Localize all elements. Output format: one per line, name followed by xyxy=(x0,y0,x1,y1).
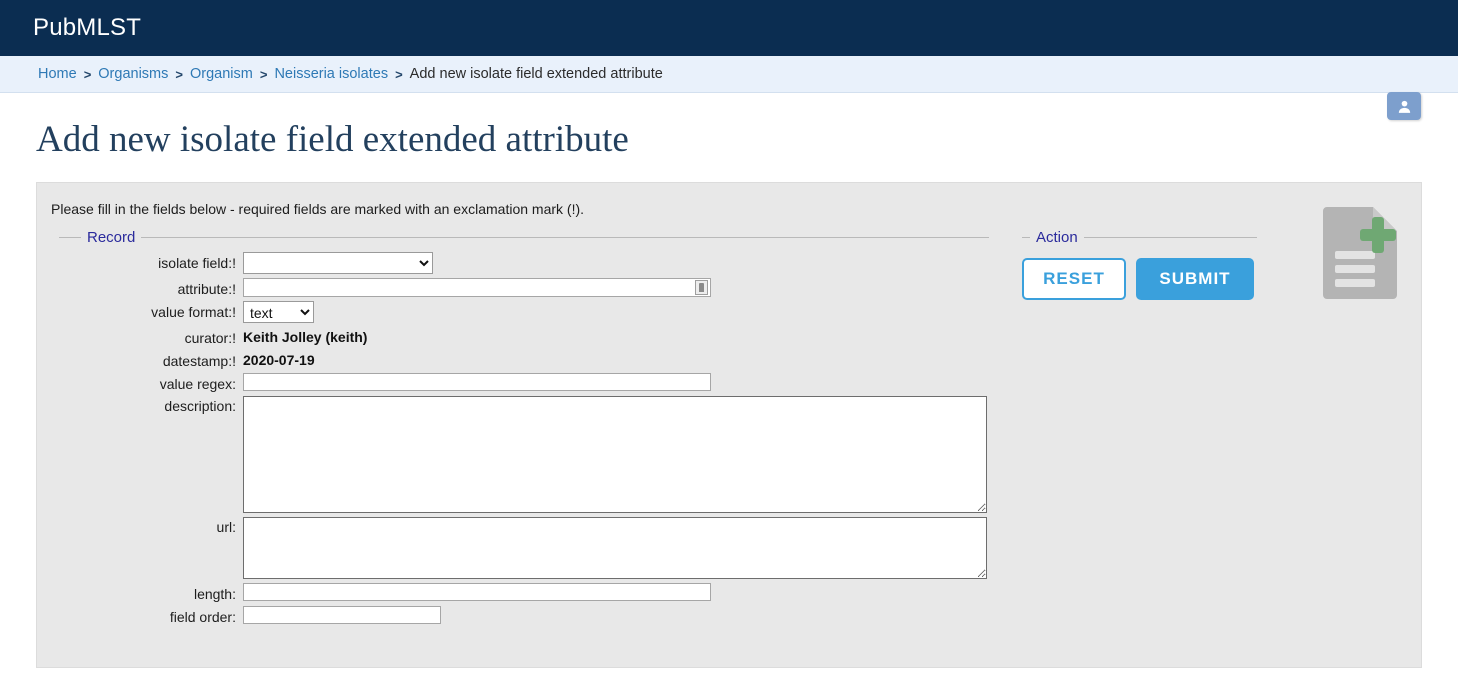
row-url: url: xyxy=(59,517,989,579)
breadcrumb-item-neisseria-isolates[interactable]: Neisseria isolates xyxy=(274,66,388,82)
label-value-regex: value regex: xyxy=(159,376,236,392)
label-value-format: value format:! xyxy=(151,304,236,320)
page-title: Add new isolate field extended attribute xyxy=(36,119,629,160)
description-textarea[interactable] xyxy=(243,396,987,513)
attribute-input-wrapper xyxy=(243,278,711,297)
field-order-input[interactable] xyxy=(243,606,441,624)
label-length: length: xyxy=(193,586,236,602)
user-avatar-icon xyxy=(1396,98,1413,115)
action-fieldset: Action RESET SUBMIT xyxy=(1022,229,1257,300)
row-field-order: field order: xyxy=(59,606,989,625)
user-avatar-button[interactable] xyxy=(1387,92,1421,120)
attribute-input[interactable] xyxy=(243,278,711,297)
record-legend: Record xyxy=(87,229,136,246)
row-length: length: xyxy=(59,583,989,602)
label-attribute: attribute:! xyxy=(177,281,236,297)
label-isolate-field: isolate field:! xyxy=(158,255,236,271)
breadcrumb-item-current: Add new isolate field extended attribute xyxy=(409,66,663,82)
value-regex-input[interactable] xyxy=(243,373,711,391)
length-input[interactable] xyxy=(243,583,711,601)
record-fieldset: Record isolate field:! attribute:! value… xyxy=(59,229,989,629)
breadcrumb-item-organisms[interactable]: Organisms xyxy=(98,66,168,82)
breadcrumb-separator: > xyxy=(175,66,183,82)
reset-button[interactable]: RESET xyxy=(1022,258,1126,300)
row-isolate-field: isolate field:! xyxy=(59,252,989,274)
breadcrumb-separator: > xyxy=(83,66,92,82)
document-add-icon xyxy=(1317,201,1403,301)
breadcrumb-item-organism[interactable]: Organism xyxy=(190,66,253,82)
breadcrumb: Home > Organisms > Organism > Neisseria … xyxy=(0,56,1458,93)
action-legend: Action xyxy=(1036,229,1078,246)
row-datestamp: datestamp:! 2020-07-19 xyxy=(59,350,989,369)
row-value-format: value format:! text xyxy=(59,301,989,323)
label-field-order: field order: xyxy=(169,609,236,625)
label-url: url: xyxy=(216,519,236,535)
label-description: description: xyxy=(164,398,236,414)
site-brand-logo[interactable]: PubMLST xyxy=(33,14,141,42)
curator-value: Keith Jolley (keith) xyxy=(243,329,368,345)
row-value-regex: value regex: xyxy=(59,373,989,392)
record-form-rows: isolate field:! attribute:! value format… xyxy=(59,246,989,625)
isolate-field-select[interactable] xyxy=(243,252,433,274)
row-description: description: xyxy=(59,396,989,513)
breadcrumb-separator: > xyxy=(259,66,268,82)
label-datestamp: datestamp:! xyxy=(162,353,236,369)
breadcrumb-item-home[interactable]: Home xyxy=(38,66,77,82)
action-buttons: RESET SUBMIT xyxy=(1022,246,1257,300)
row-curator: curator:! Keith Jolley (keith) xyxy=(59,327,989,346)
top-header-bar: PubMLST xyxy=(0,0,1458,56)
form-instructions: Please fill in the fields below - requir… xyxy=(51,201,585,217)
label-curator: curator:! xyxy=(184,330,236,346)
datestamp-value: 2020-07-19 xyxy=(243,352,315,368)
form-panel: Please fill in the fields below - requir… xyxy=(36,182,1422,668)
row-attribute: attribute:! xyxy=(59,278,989,297)
url-textarea[interactable] xyxy=(243,517,987,579)
breadcrumb-separator: > xyxy=(395,66,403,82)
spinner-icon[interactable] xyxy=(695,280,708,295)
submit-button[interactable]: SUBMIT xyxy=(1136,258,1254,300)
value-format-select[interactable]: text xyxy=(243,301,314,323)
